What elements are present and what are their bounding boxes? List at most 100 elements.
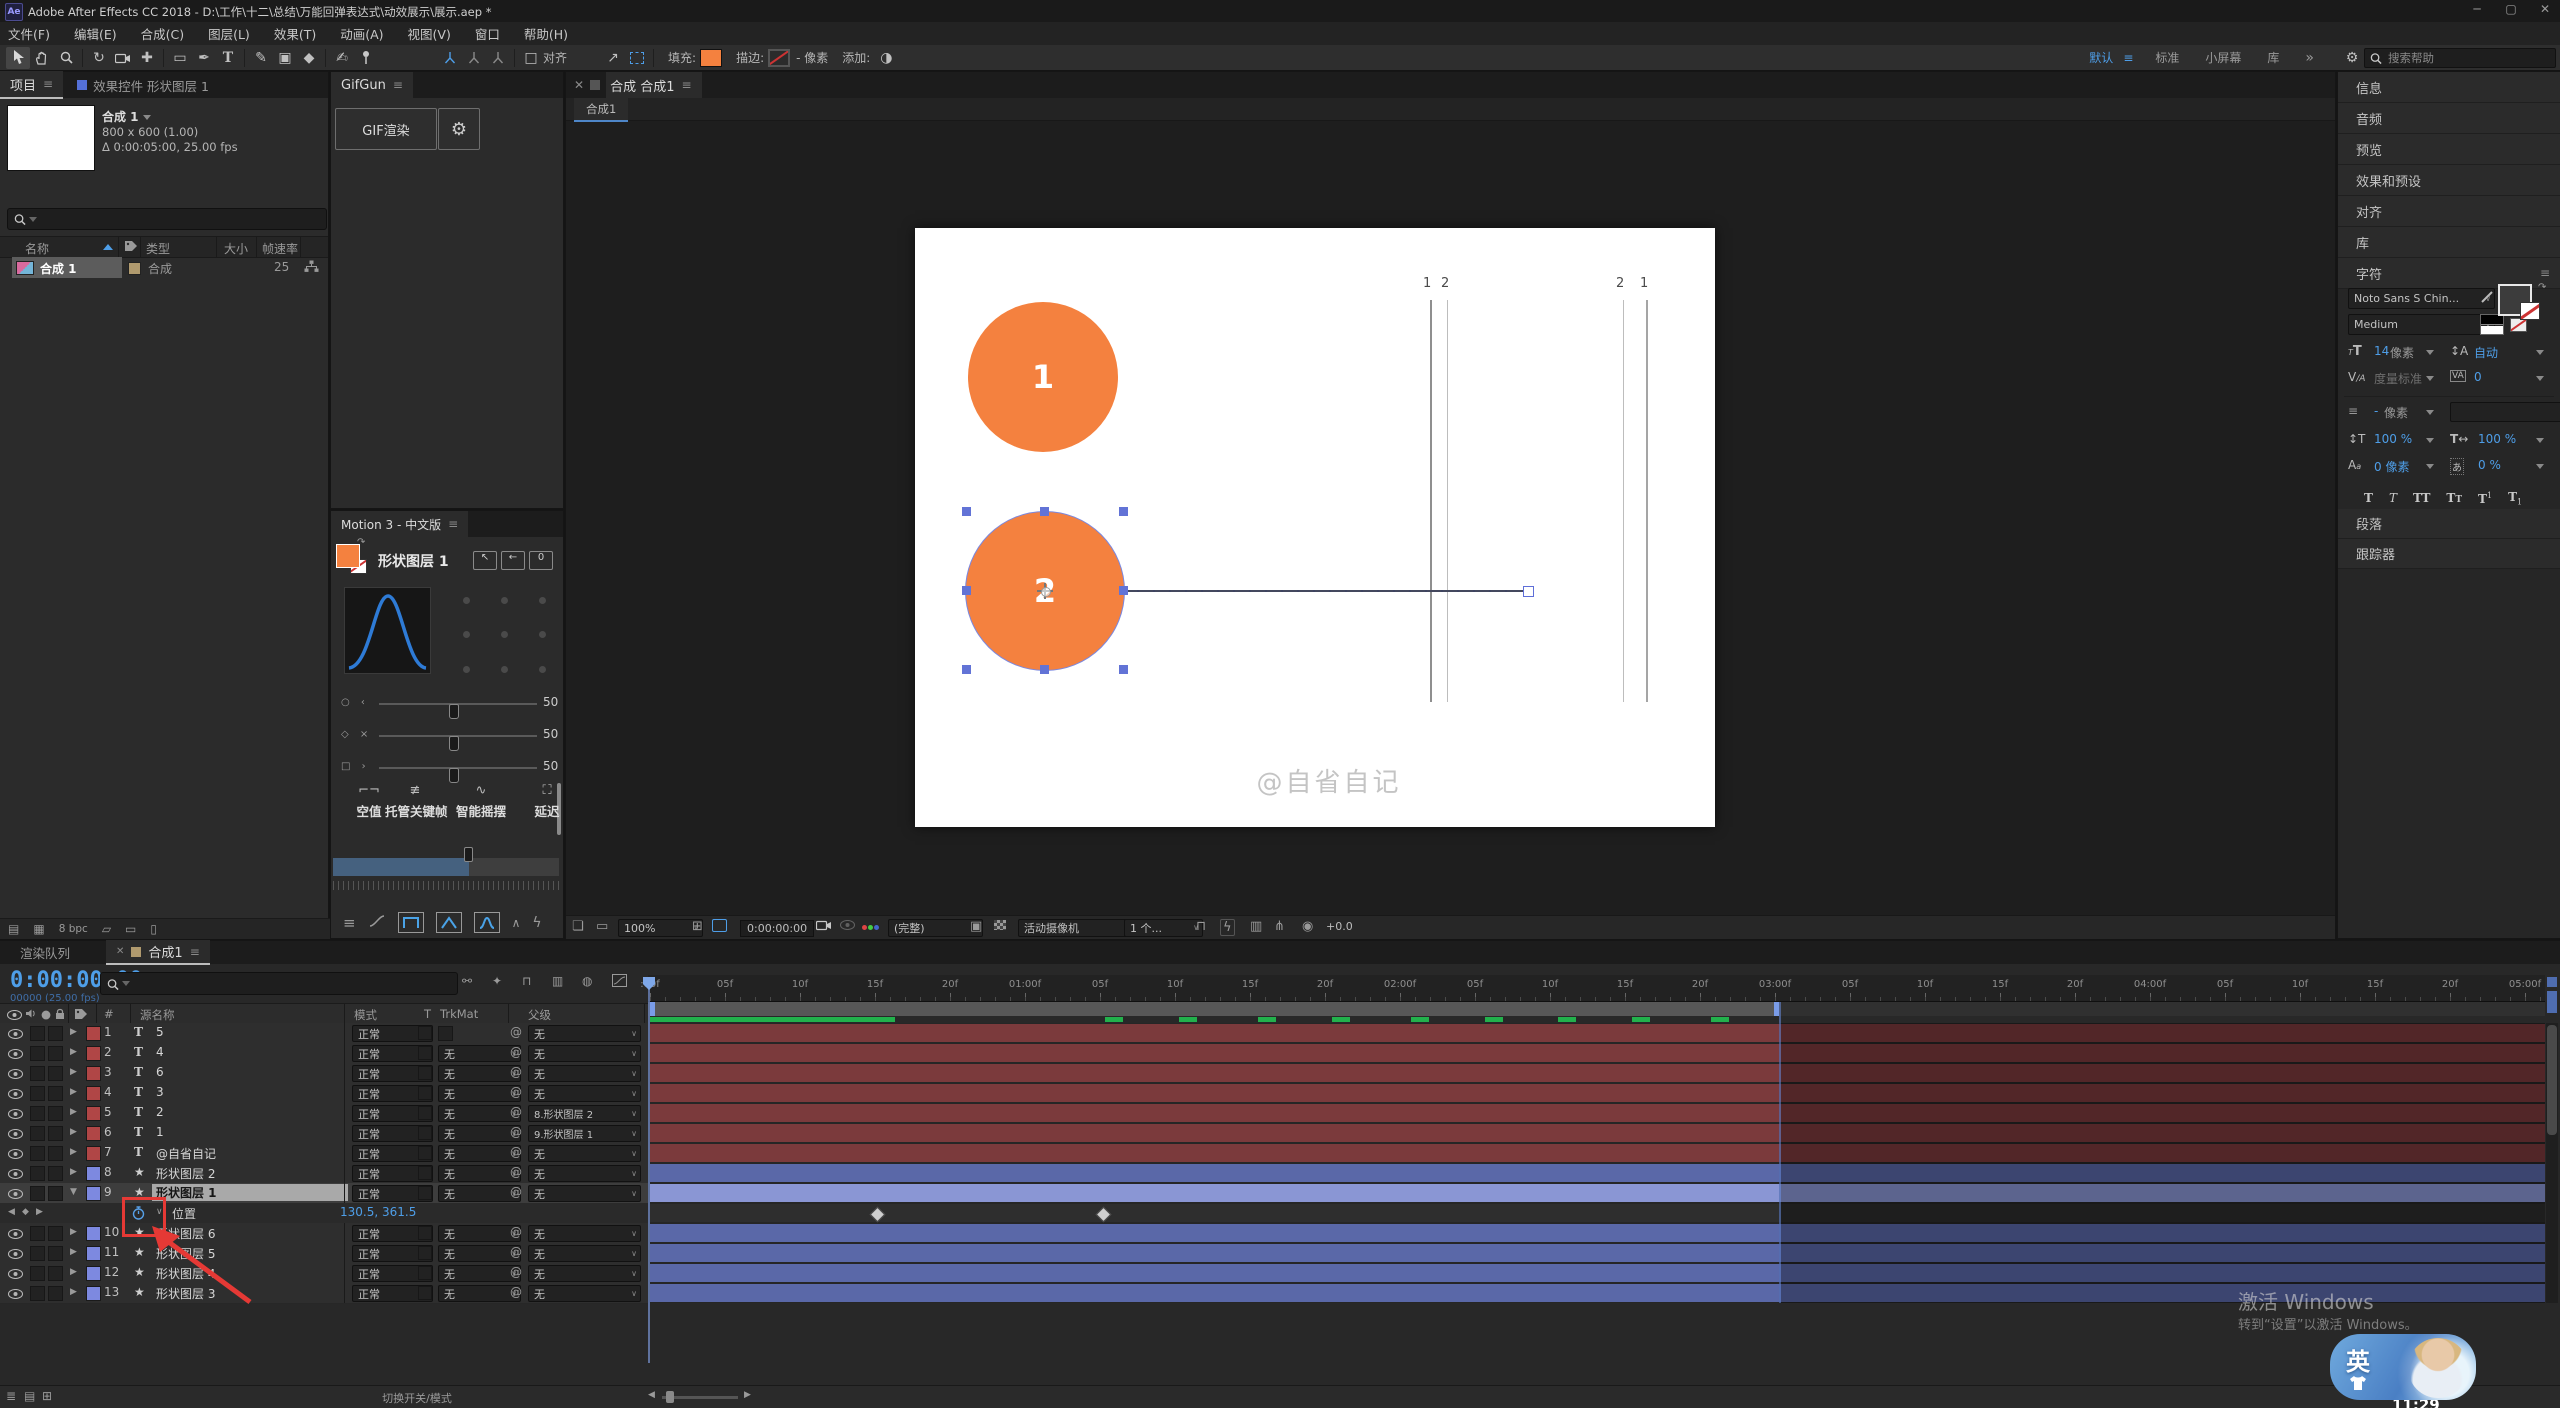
add-keyframe-icon[interactable]: ◆ — [22, 1207, 29, 1217]
prev-keyframe-icon[interactable]: ◀ — [8, 1207, 15, 1217]
tab-motion3[interactable]: Motion 3 - 中文版≡ — [331, 511, 468, 537]
new-folder-icon[interactable]: ▱ — [102, 922, 111, 936]
expand-arrow[interactable]: ▶ — [70, 1267, 77, 1277]
close-tab-icon[interactable]: ✕ — [574, 78, 584, 92]
sort-asc-icon[interactable] — [103, 244, 113, 250]
parent-pickwhip-icon[interactable]: @ — [510, 1105, 522, 1119]
panel-header-效果和预设[interactable]: 效果和预设 — [2338, 165, 2560, 196]
trkmat-dropdown[interactable]: 无 — [438, 1265, 521, 1282]
draft3d-icon[interactable]: ✦ — [492, 974, 502, 988]
next-keyframe-icon[interactable]: ▶ — [36, 1207, 43, 1217]
motion-progress-track[interactable] — [333, 858, 559, 876]
layer-name[interactable]: 6 — [156, 1065, 164, 1079]
eyedropper-icon[interactable] — [2480, 290, 2494, 307]
close-button[interactable]: ✕ — [2530, 2, 2560, 16]
selection-handle[interactable] — [962, 665, 971, 674]
solo-well[interactable] — [30, 1106, 45, 1121]
motion-blur-icon[interactable]: ◍ — [582, 974, 592, 988]
world-axis-icon[interactable] — [462, 47, 486, 69]
trash-icon[interactable]: ▯ — [150, 922, 157, 936]
shape-circle-1[interactable]: 1 — [968, 302, 1118, 452]
expand-arrow[interactable]: ▶ — [70, 1067, 77, 1077]
square-slider-handle[interactable] — [449, 768, 459, 783]
horizontal-scale-caret[interactable] — [2536, 438, 2544, 443]
expand-inout-icon[interactable]: ▤ — [24, 1389, 35, 1403]
zoom-out-icon[interactable]: ◀ — [648, 1390, 655, 1400]
target-region-icon[interactable]: ▣ — [970, 919, 982, 934]
parent-dropdown[interactable]: 8.形状图层 2 — [528, 1105, 641, 1122]
curve-step-button[interactable] — [398, 912, 424, 933]
gif-render-button[interactable]: GIF渲染 — [335, 108, 437, 150]
tracking-value[interactable]: 0 — [2474, 370, 2482, 384]
parent-pickwhip-icon[interactable]: @ — [510, 1265, 522, 1279]
composition-canvas[interactable]: 1 2 2 1 1 2 @自省自记 — [915, 228, 1715, 827]
tracking-caret[interactable] — [2536, 376, 2544, 381]
trkmat-dropdown[interactable]: 无 — [438, 1065, 521, 1082]
curve-triangle-button[interactable] — [436, 912, 462, 933]
lock-well[interactable] — [48, 1066, 63, 1081]
layer-color-chip[interactable] — [86, 1046, 101, 1061]
vertical-scale-value[interactable]: 100 % — [2374, 432, 2412, 446]
fill-over-stroke-swatch[interactable] — [2480, 314, 2504, 335]
tab-timeline-comp[interactable]: ✕ 合成1≡ — [106, 940, 210, 965]
expand-arrow[interactable]: ▶ — [70, 1107, 77, 1117]
panel-header-信息[interactable]: 信息 — [2338, 72, 2560, 103]
tab-gifgun[interactable]: GifGun≡ — [331, 72, 413, 98]
layer-name[interactable]: @自省自记 — [156, 1145, 216, 1162]
eye-icon[interactable] — [8, 1268, 23, 1282]
show-snapshot-icon[interactable] — [840, 919, 855, 934]
timeline-layer-row[interactable]: ▶ 4 T 3 正常 无 @ 无 — [0, 1083, 648, 1104]
property-name[interactable]: 位置 — [172, 1205, 196, 1222]
column-number[interactable]: # — [104, 1007, 114, 1021]
expand-arrow[interactable]: ▶ — [70, 1247, 77, 1257]
anchor-grid-dot[interactable] — [501, 666, 508, 673]
shy-icon[interactable]: ⊓ — [522, 974, 531, 988]
bit-depth-label[interactable]: 8 bpc — [59, 923, 88, 935]
eye-icon[interactable] — [8, 1228, 23, 1242]
timeline-layer-row[interactable]: ▶ 5 T 2 正常 无 @ 8.形状图层 2 — [0, 1103, 648, 1124]
new-comp-icon[interactable]: ▭ — [125, 922, 136, 936]
selection-handle[interactable] — [1040, 507, 1049, 516]
workspace-item[interactable]: 库 — [2267, 49, 2279, 66]
vertical-scale-caret[interactable] — [2426, 438, 2434, 443]
eye-icon[interactable] — [8, 1288, 23, 1302]
trkmat-dropdown[interactable]: 无 — [438, 1125, 521, 1142]
parent-pickwhip-icon[interactable]: @ — [510, 1065, 522, 1079]
selection-handle[interactable] — [1119, 665, 1128, 674]
stroke-width[interactable]: - 像素 — [796, 49, 828, 66]
column-source-name[interactable]: 源名称 — [140, 1007, 175, 1023]
managed-keyframes-button[interactable]: ≢ 托管关键帧 — [385, 783, 445, 820]
anchor-grid-dot[interactable] — [501, 631, 508, 638]
lock-well[interactable] — [48, 1146, 63, 1161]
tsume-caret[interactable] — [2536, 464, 2544, 469]
timeline-vscrollbar[interactable] — [2546, 1023, 2558, 1303]
timeline-layer-row[interactable]: ▶ 7 T @自省自记 正常 无 @ 无 — [0, 1143, 648, 1164]
text-stroke-swatch[interactable] — [2520, 302, 2540, 320]
diamond-slider[interactable]: ◇ × 50 — [331, 726, 563, 750]
expand-arrow[interactable]: ▶ — [70, 1027, 77, 1037]
column-size[interactable]: 大小 — [224, 240, 248, 257]
timeline-layer-row[interactable]: ▶ 13 ★ 形状图层 3 正常 无 @ 无 — [0, 1283, 648, 1304]
add-circle-icon[interactable]: ◑ — [874, 47, 898, 69]
panel-header-预览[interactable]: 预览 — [2338, 134, 2560, 165]
parent-dropdown[interactable]: 无 — [528, 1185, 641, 1202]
viewer-timecode[interactable]: 0:00:00:00 — [740, 920, 814, 937]
workspace-active[interactable]: 默认 — [2089, 49, 2113, 66]
expand-arrow[interactable]: ▶ — [70, 1047, 77, 1057]
property-value[interactable]: 130.5, 361.5 — [340, 1205, 416, 1219]
parent-pickwhip-icon[interactable]: @ — [510, 1245, 522, 1259]
pixel-aspect-icon[interactable]: ⊓ — [1196, 919, 1206, 934]
workspace-gear-icon[interactable]: ⚙ — [2340, 47, 2364, 69]
eye-icon[interactable] — [8, 1088, 23, 1102]
mask-visibility-icon[interactable]: ↗ — [601, 47, 625, 69]
trkmat-dropdown[interactable]: 无 — [438, 1045, 521, 1062]
solo-well[interactable] — [30, 1026, 45, 1041]
timeline-layer-row[interactable]: ▶ 2 T 4 正常 无 @ 无 — [0, 1043, 648, 1064]
pen-tool[interactable]: ✒ — [192, 47, 216, 69]
flowchart-icon[interactable]: ⋔ — [1274, 919, 1285, 934]
small-caps-button[interactable]: TT — [2446, 491, 2462, 505]
font-size-caret[interactable] — [2426, 350, 2434, 355]
parent-pickwhip-icon[interactable]: @ — [510, 1145, 522, 1159]
superscript-button[interactable]: T1 — [2478, 491, 2492, 506]
parent-dropdown[interactable]: 无 — [528, 1165, 641, 1182]
